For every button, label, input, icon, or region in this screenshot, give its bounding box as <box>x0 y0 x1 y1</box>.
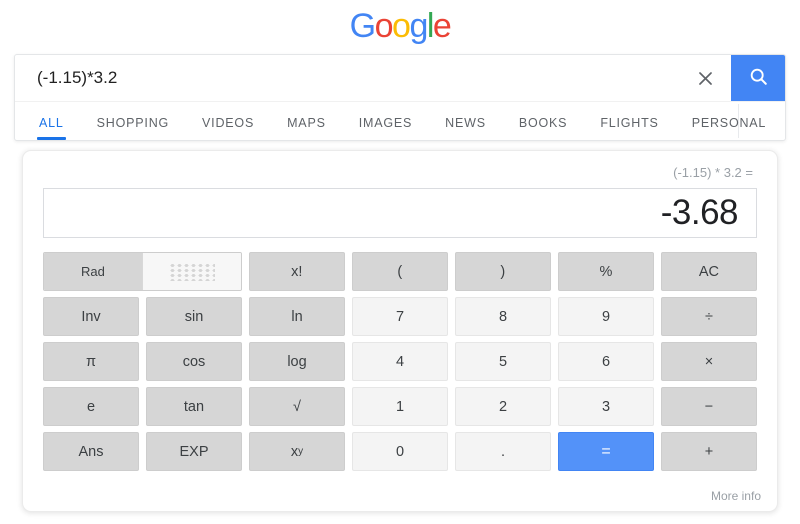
search-row <box>15 55 785 101</box>
angle-mode-rad[interactable]: Rad <box>44 253 142 290</box>
keypad-row: Ans EXP x y 0. = + <box>43 432 757 471</box>
calc-key-7[interactable]: 7 <box>352 297 448 336</box>
logo-letter-3: g <box>409 7 428 45</box>
calc-key-Ans[interactable]: Ans <box>43 432 139 471</box>
calc-key-3[interactable]: 3 <box>558 387 654 426</box>
tab-all[interactable]: ALL <box>37 116 66 140</box>
calc-key-x![interactable]: x! <box>248 252 345 291</box>
tab-flights[interactable]: FLIGHTS <box>600 116 658 140</box>
calc-key-sin[interactable]: sin <box>146 297 242 336</box>
calc-key-power[interactable]: xy <box>249 432 345 471</box>
calc-key-([interactable]: ( <box>351 252 448 291</box>
more-info-link[interactable]: More info <box>711 489 761 503</box>
calc-key-+[interactable]: + <box>661 432 757 471</box>
calc-key-5[interactable]: 5 <box>455 342 551 381</box>
deg-label-glyph <box>168 262 215 281</box>
tab-images[interactable]: IMAGES <box>359 116 412 140</box>
clear-search-button[interactable] <box>679 55 731 101</box>
calc-key-√[interactable]: √ <box>249 387 345 426</box>
calc-key-%[interactable]: % <box>557 252 654 291</box>
search-icon <box>748 66 769 90</box>
calc-key-.[interactable]: . <box>455 432 551 471</box>
search-submit-button[interactable] <box>731 55 785 101</box>
logo-letter-1: o <box>374 7 394 45</box>
key-exponent: y <box>298 446 304 457</box>
keypad-row: Inv sin ln 7 8 9 ÷ <box>43 297 757 336</box>
keypad-row: e tan √ 1 2 3− <box>43 387 757 426</box>
calc-key-Inv[interactable]: Inv <box>43 297 139 336</box>
calc-key-EXP[interactable]: EXP <box>146 432 242 471</box>
tab-maps[interactable]: MAPS <box>287 116 326 140</box>
calc-key-π[interactable]: π <box>43 342 139 381</box>
calc-key-e[interactable]: e <box>43 387 139 426</box>
close-icon <box>697 70 714 87</box>
search-nav-tabs: ALL SHOPPING VIDEOS MAPS IMAGES NEWS BOOKS FLIG… <box>15 101 785 140</box>
angle-mode-toggle: Rad <box>43 252 242 291</box>
calc-key-4[interactable]: 4 <box>352 342 448 381</box>
calc-key-9[interactable]: 9 <box>558 297 654 336</box>
calc-key-log[interactable]: log <box>249 342 345 381</box>
logo-letter-0: G <box>349 7 376 45</box>
tab-books[interactable]: BOOKS <box>519 116 567 140</box>
calc-key-tan[interactable]: tan <box>146 387 242 426</box>
tab-news[interactable]: NEWS <box>445 116 486 140</box>
keypad-row: π cos log 4 5 6 × <box>43 342 757 381</box>
calculator-card: (-1.15) * 3.2 = -3.68 Rad x!()% AC Inv sin ln… <box>22 150 778 512</box>
tab-personal[interactable]: PERSONAL <box>692 116 766 140</box>
calc-key-−[interactable]: − <box>661 387 757 426</box>
search-input[interactable] <box>15 55 679 101</box>
calc-key-)[interactable]: ) <box>454 252 551 291</box>
calc-key-6[interactable]: 6 <box>558 342 654 381</box>
google-logo: Google <box>0 0 800 44</box>
calculator-expression: (-1.15) * 3.2 = <box>673 165 753 180</box>
logo-letter-2: o <box>392 7 411 45</box>
calc-key-2[interactable]: 2 <box>455 387 551 426</box>
angle-mode-deg[interactable] <box>141 253 241 290</box>
keypad-row: Rad x!()% AC <box>43 252 757 291</box>
calc-key-=[interactable]: = <box>558 432 654 471</box>
calculator-display[interactable]: -3.68 <box>43 188 757 238</box>
search-bar: ALL SHOPPING VIDEOS MAPS IMAGES NEWS BOOKS FLIG… <box>14 54 786 141</box>
calc-key-ln[interactable]: ln <box>249 297 345 336</box>
calc-key-1[interactable]: 1 <box>352 387 448 426</box>
tab-shopping[interactable]: SHOPPING <box>97 116 169 140</box>
google-wordmark: Google <box>349 7 452 45</box>
calc-key-AC[interactable]: AC <box>660 252 757 291</box>
calc-key-cos[interactable]: cos <box>146 342 242 381</box>
key-label: x <box>290 443 299 460</box>
calculator-result: -3.68 <box>660 193 739 232</box>
calculator-keypad: Rad x!()% AC Inv sin ln 7 8 9 ÷ π cos log 4 5 6 × e tan √ 1 2… <box>43 252 757 471</box>
logo-letter-5: e <box>432 7 452 45</box>
tab-videos[interactable]: VIDEOS <box>202 116 254 140</box>
calc-key-÷[interactable]: ÷ <box>661 297 757 336</box>
calc-key-0[interactable]: 0 <box>352 432 448 471</box>
calc-key-8[interactable]: 8 <box>455 297 551 336</box>
calc-key-×[interactable]: × <box>661 342 757 381</box>
